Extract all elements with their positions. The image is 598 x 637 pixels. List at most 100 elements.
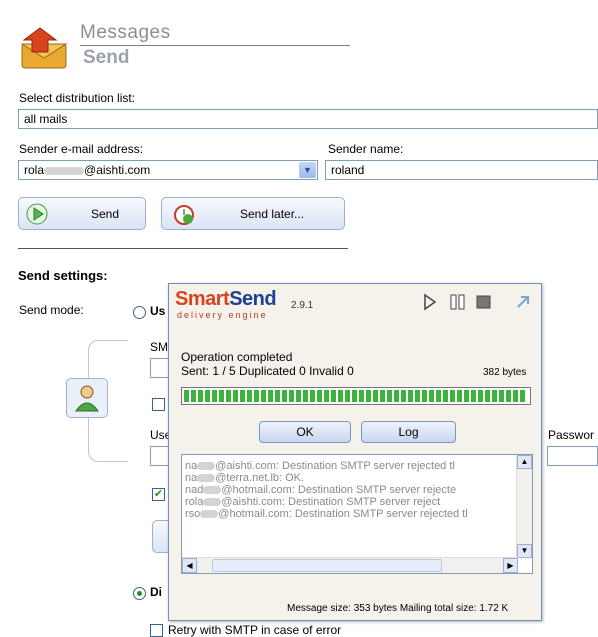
progress-segment bbox=[247, 390, 252, 402]
smtp-label: SM bbox=[150, 340, 168, 354]
alarm-clock-icon bbox=[174, 205, 194, 225]
log-line: rola @aishti.com: Destination SMTP server… bbox=[185, 496, 515, 508]
auth-checkbox[interactable] bbox=[152, 398, 165, 411]
progress-segment bbox=[366, 390, 371, 402]
smartsend-dialog: SmartSend delivery engine 2.9.1 Operatio… bbox=[168, 283, 542, 621]
send-mode-label: Send mode: bbox=[19, 303, 84, 317]
redaction-blur bbox=[197, 474, 216, 483]
progress-segment bbox=[296, 390, 301, 402]
scroll-left-icon[interactable]: ◀ bbox=[182, 558, 197, 573]
send-button-label: Send bbox=[91, 207, 120, 221]
progress-segment bbox=[184, 390, 189, 402]
progress-segment bbox=[303, 390, 308, 402]
sender-email-label: Sender e-mail address: bbox=[19, 142, 144, 156]
log-line-prefix: na bbox=[185, 460, 198, 472]
sender-email-suffix: @aishti.com bbox=[84, 163, 151, 177]
progress-segment bbox=[485, 390, 490, 402]
distribution-label: Select distribution list: bbox=[19, 91, 136, 105]
sender-email-select[interactable]: rola @aishti.com ▼ bbox=[18, 160, 318, 180]
log-line-prefix: na bbox=[185, 472, 198, 484]
stop-icon[interactable] bbox=[475, 293, 493, 311]
progress-segment bbox=[401, 390, 406, 402]
log-button[interactable]: Log bbox=[361, 421, 456, 443]
minimize-icon[interactable] bbox=[515, 294, 531, 310]
password-input[interactable] bbox=[547, 446, 598, 466]
settings-heading: Send settings: bbox=[18, 268, 108, 283]
progress-segment bbox=[422, 390, 427, 402]
brand-smart: Smart bbox=[175, 288, 230, 310]
progress-segment bbox=[310, 390, 315, 402]
play-icon[interactable] bbox=[423, 293, 437, 311]
sender-email-prefix: rola bbox=[24, 163, 45, 177]
chevron-down-icon[interactable]: ▼ bbox=[299, 162, 316, 178]
log-line: nad @hotmail.com: Destination SMTP server… bbox=[185, 484, 515, 496]
send-button[interactable]: Send bbox=[18, 197, 146, 230]
progress-segment bbox=[254, 390, 259, 402]
pause-icon[interactable] bbox=[449, 293, 467, 311]
counts-text: Sent: 1 / 5 Duplicated 0 Invalid 0 bbox=[181, 364, 354, 378]
progress-segment bbox=[394, 390, 399, 402]
vertical-scrollbar[interactable]: ▲ ▼ bbox=[516, 455, 532, 558]
play-icon bbox=[26, 203, 48, 225]
sender-name-label: Sender name: bbox=[328, 142, 404, 156]
progress-segment bbox=[373, 390, 378, 402]
redaction-blur bbox=[197, 462, 216, 471]
progress-segment bbox=[324, 390, 329, 402]
scroll-down-icon[interactable]: ▼ bbox=[517, 544, 532, 558]
redaction-blur bbox=[200, 510, 219, 519]
log-list: na @aishti.com: Destination SMTP server r… bbox=[181, 454, 533, 574]
progress-segment bbox=[331, 390, 336, 402]
page-subtitle: Send bbox=[83, 47, 130, 68]
progress-segment bbox=[282, 390, 287, 402]
sender-name-input[interactable]: roland bbox=[325, 160, 598, 180]
log-line: rso @hotmail.com: Destination SMTP server… bbox=[185, 508, 515, 520]
scroll-right-icon[interactable]: ▶ bbox=[503, 558, 518, 573]
smtp-server-input[interactable] bbox=[150, 358, 170, 378]
progress-segment bbox=[240, 390, 245, 402]
brand-send: Send bbox=[229, 288, 277, 310]
log-line-text: @aishti.com: Destination SMTP server rej… bbox=[215, 460, 455, 472]
progress-segment bbox=[415, 390, 420, 402]
title-divider bbox=[80, 45, 350, 46]
version-label: 2.9.1 bbox=[291, 300, 314, 311]
log-line: na @aishti.com: Destination SMTP server r… bbox=[185, 460, 515, 472]
progress-segment bbox=[352, 390, 357, 402]
progress-segment bbox=[478, 390, 483, 402]
progress-segment bbox=[492, 390, 497, 402]
ok-button[interactable]: OK bbox=[259, 421, 351, 443]
log-line-text: @aishti.com: Destination SMTP server rej… bbox=[221, 496, 441, 508]
progress-segment bbox=[233, 390, 238, 402]
scroll-up-icon[interactable]: ▲ bbox=[517, 455, 532, 469]
progress-segment bbox=[450, 390, 455, 402]
password-label: Passwor bbox=[548, 428, 595, 442]
progress-segment bbox=[219, 390, 224, 402]
progress-segment bbox=[275, 390, 280, 402]
messages-logo-icon bbox=[18, 26, 78, 72]
direct-mode-label: Di bbox=[150, 585, 162, 599]
smtp-mode-radio[interactable] bbox=[133, 306, 146, 319]
user-icon bbox=[66, 378, 108, 418]
progress-segment bbox=[506, 390, 511, 402]
progress-segment bbox=[380, 390, 385, 402]
progress-segment bbox=[464, 390, 469, 402]
progress-segment bbox=[205, 390, 210, 402]
user-input[interactable] bbox=[150, 446, 170, 466]
section-divider bbox=[18, 248, 348, 249]
direct-mode-radio[interactable] bbox=[133, 587, 146, 600]
scroll-thumb[interactable] bbox=[212, 559, 442, 572]
size-footer: Message size: 353 bytes Mailing total si… bbox=[287, 603, 509, 614]
send-later-button[interactable]: Send later... bbox=[161, 197, 345, 230]
retry-checkbox[interactable] bbox=[150, 624, 163, 637]
log-line-prefix: rola bbox=[185, 496, 204, 508]
progress-segment bbox=[198, 390, 203, 402]
progress-segment bbox=[429, 390, 434, 402]
progress-segment bbox=[513, 390, 518, 402]
progress-segment bbox=[212, 390, 217, 402]
horizontal-scrollbar[interactable]: ◀ ▶ bbox=[182, 557, 518, 573]
distribution-input[interactable]: all mails bbox=[18, 109, 598, 129]
progress-segment bbox=[268, 390, 273, 402]
page-title: Messages bbox=[80, 22, 171, 43]
progress-segment bbox=[345, 390, 350, 402]
brand-logo: SmartSend bbox=[175, 288, 277, 311]
checked-checkbox[interactable]: ✔ bbox=[152, 488, 165, 501]
